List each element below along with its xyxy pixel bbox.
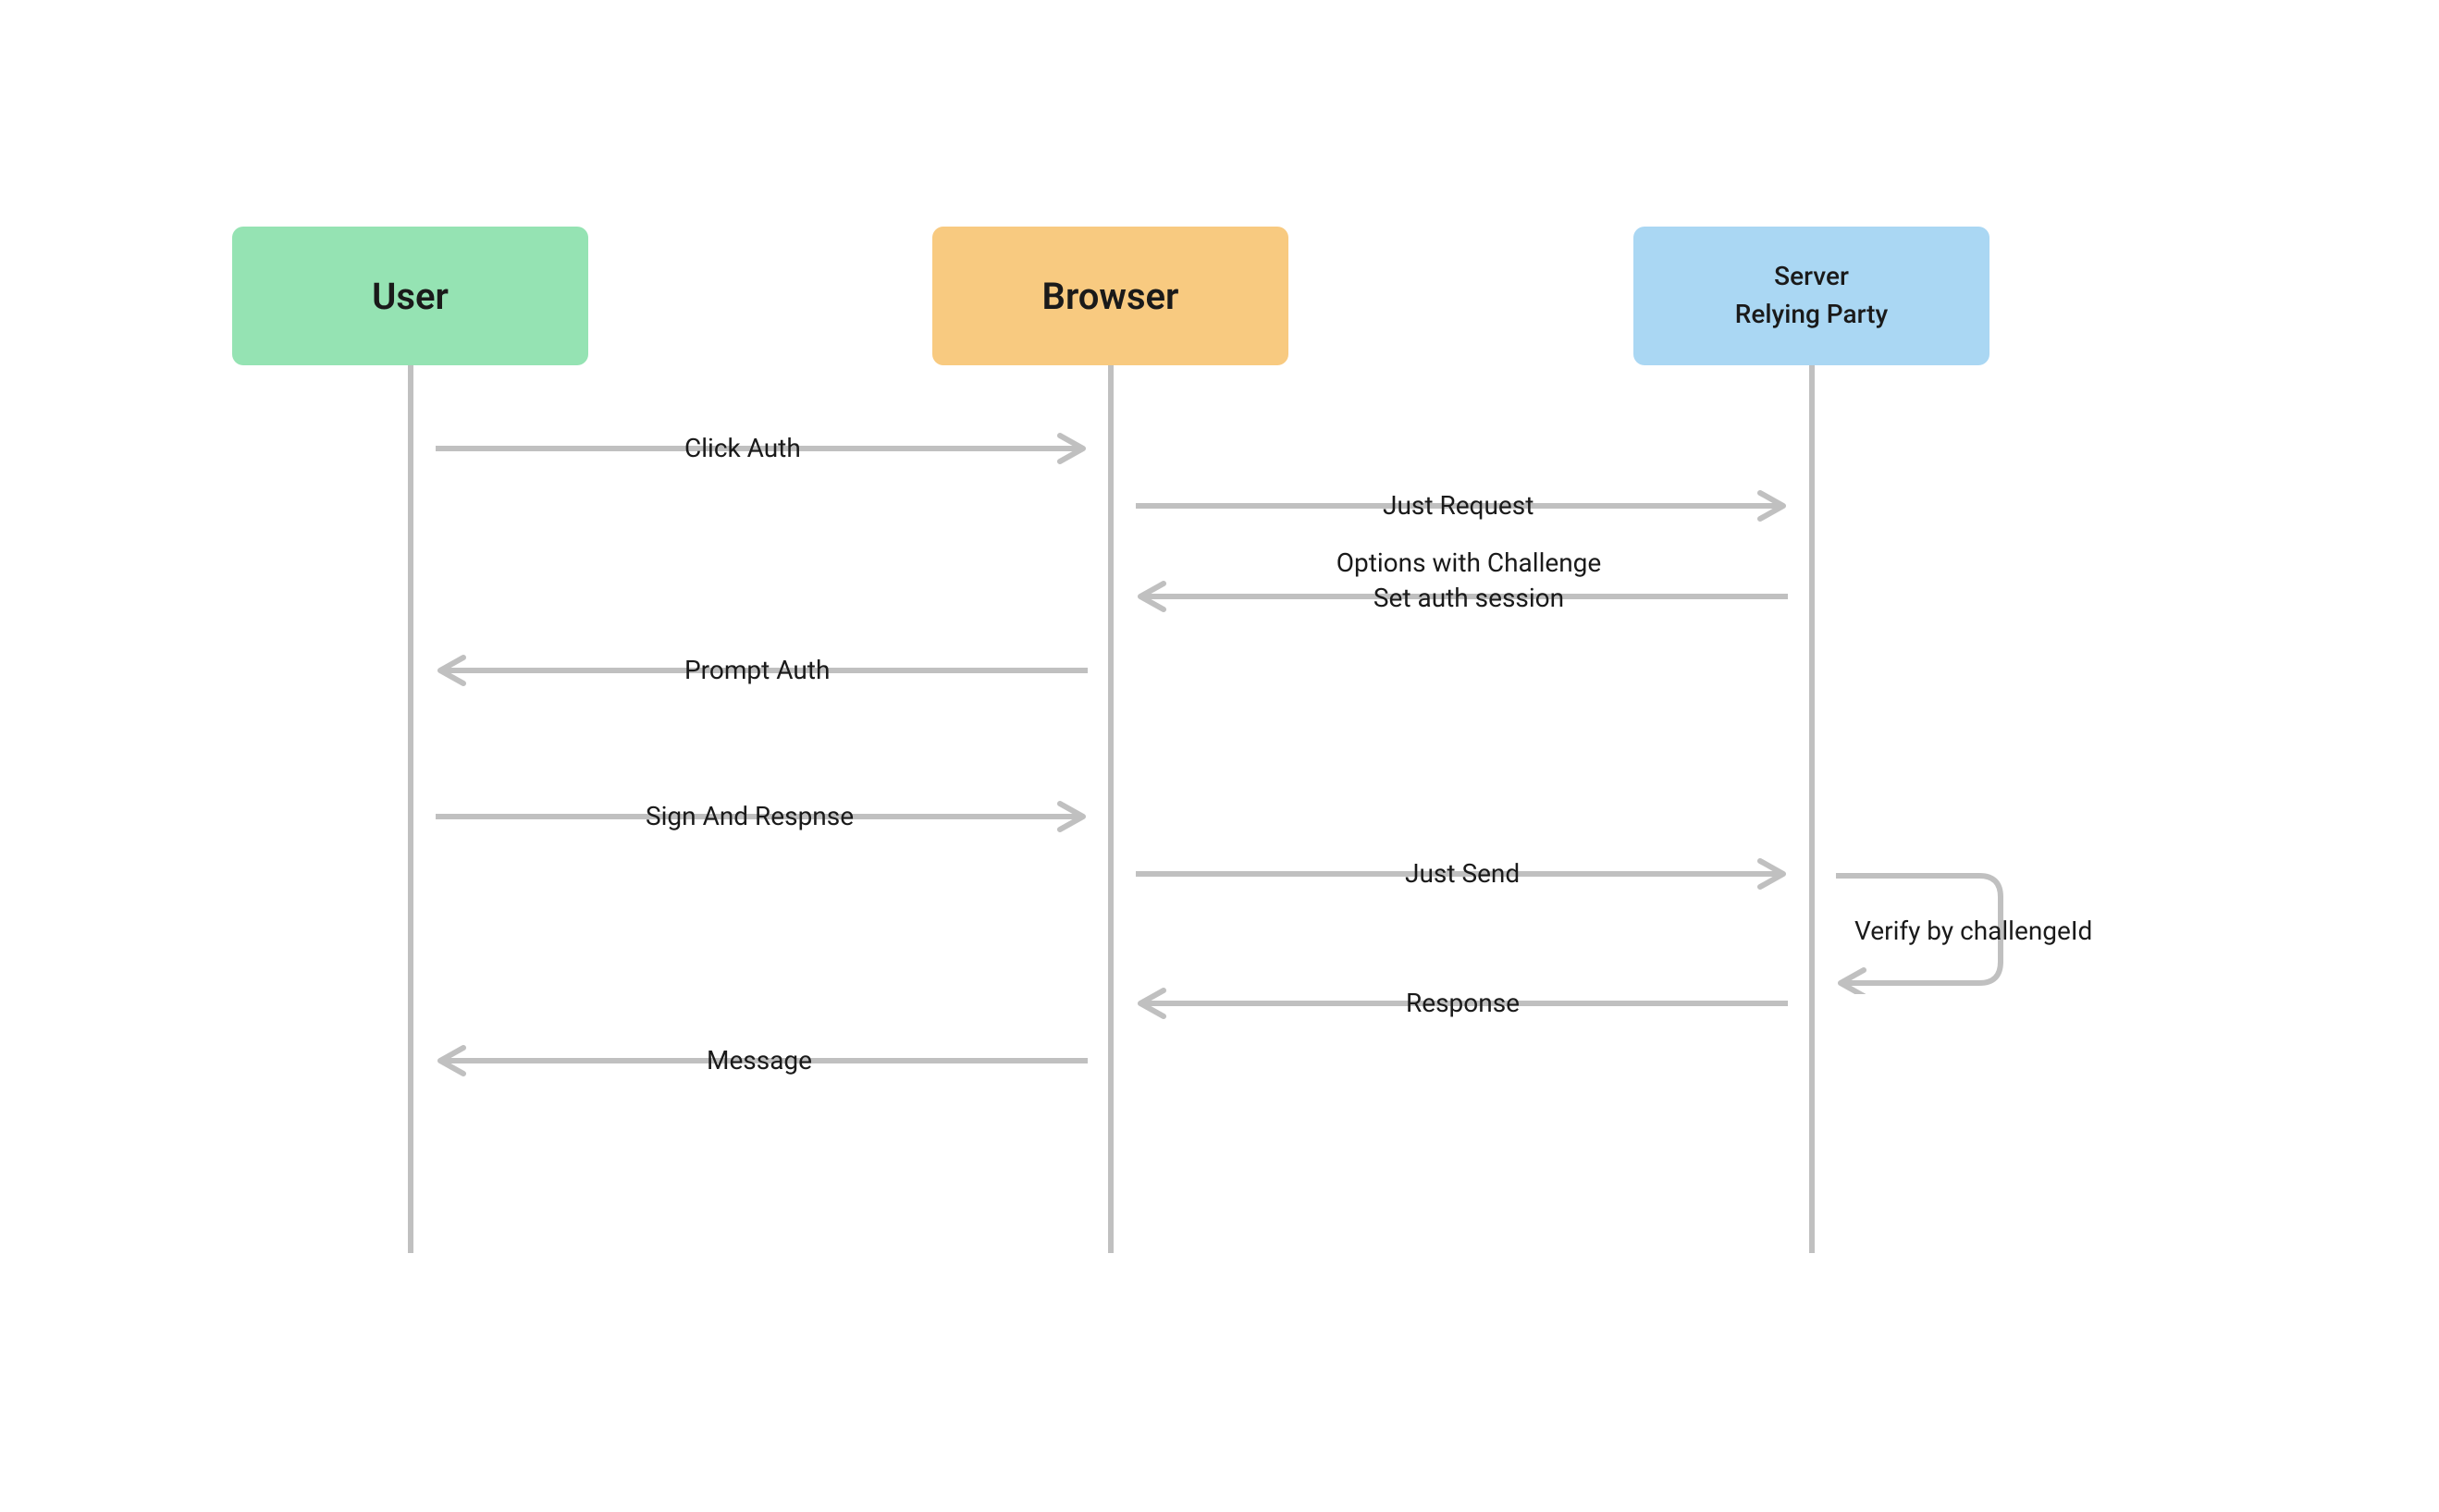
label-prompt-auth: Prompt Auth xyxy=(684,653,830,688)
label-options-challenge: Options with Challenge Set auth session xyxy=(1330,546,1608,616)
label-just-send: Just Send xyxy=(1405,856,1520,891)
label-just-request: Just Request xyxy=(1383,488,1534,523)
label-message: Message xyxy=(707,1043,812,1078)
label-response: Response xyxy=(1406,986,1520,1021)
actor-server-label-2: Relying Party xyxy=(1735,296,1888,334)
actor-browser-label: Browser xyxy=(1042,275,1179,318)
label-verify: Verify by challengeId xyxy=(1854,916,2092,946)
actor-browser: Browser xyxy=(932,227,1288,365)
sequence-diagram: User Browser Server Relying Party Click … xyxy=(0,0,2439,1512)
actor-user-label: User xyxy=(372,275,449,318)
lifeline-user xyxy=(408,365,413,1253)
actor-user: User xyxy=(232,227,588,365)
actor-server: Server Relying Party xyxy=(1633,227,1989,365)
label-click-auth: Click Auth xyxy=(684,431,801,466)
label-sign-response: Sign And Respnse xyxy=(646,799,854,834)
lifeline-browser xyxy=(1108,365,1114,1253)
lifeline-server xyxy=(1809,365,1815,1253)
actor-server-label-1: Server xyxy=(1774,258,1849,296)
